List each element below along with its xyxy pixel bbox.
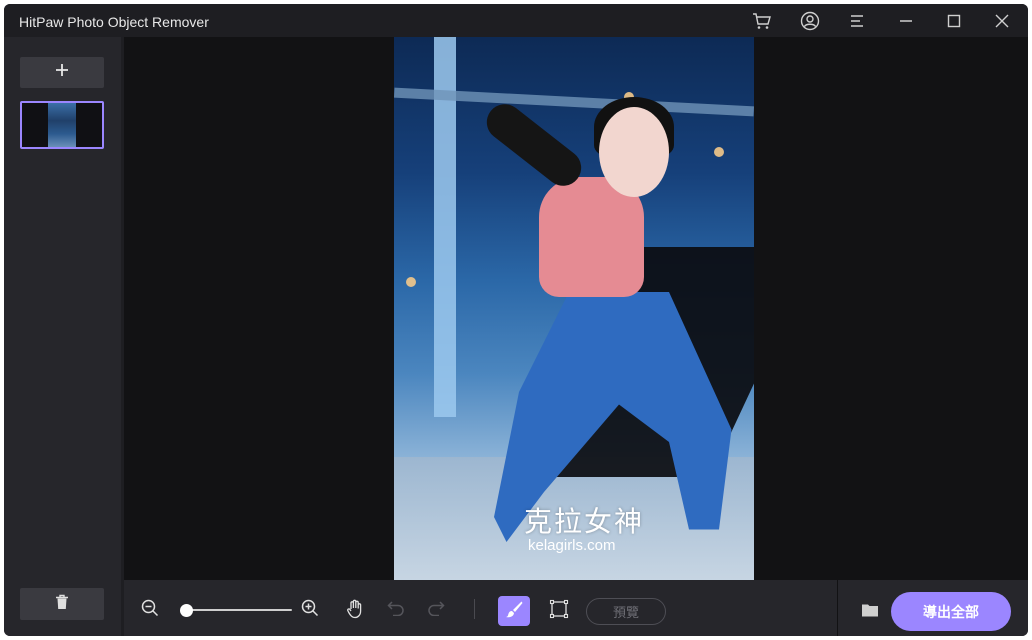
brush-icon: [504, 599, 524, 624]
close-button[interactable]: [988, 8, 1016, 34]
rectangle-select-button[interactable]: [548, 599, 570, 624]
edited-photo[interactable]: 克拉女神 kelagirls.com: [394, 37, 754, 580]
maximize-button[interactable]: [940, 8, 968, 34]
cart-button[interactable]: [748, 8, 776, 34]
zoom-in-icon: [301, 599, 319, 622]
brush-tool-button[interactable]: [498, 596, 530, 626]
cart-icon: [752, 12, 772, 30]
hand-tool-button[interactable]: [344, 599, 366, 624]
redo-icon: [427, 600, 445, 621]
photo-bokeh-light: [406, 277, 416, 287]
undo-button[interactable]: [386, 600, 406, 620]
image-list-sidebar: [4, 37, 121, 636]
image-thumbnail[interactable]: [20, 101, 104, 149]
hand-icon: [345, 599, 365, 624]
zoom-out-icon: [141, 599, 159, 622]
app-window: HitPaw Photo Object Remover 克拉女神 kelagir…: [4, 4, 1028, 636]
account-button[interactable]: [796, 8, 824, 34]
trash-icon: [55, 594, 69, 615]
minimize-icon: [898, 13, 914, 29]
thumbnail-preview: [48, 103, 76, 147]
undo-icon: [387, 600, 405, 621]
toolbar-section-divider: [837, 580, 838, 636]
watermark-chinese: 克拉女神: [524, 505, 645, 538]
photo-foam-roller: [479, 96, 589, 194]
plus-icon: [55, 63, 69, 82]
preview-button[interactable]: 預覽: [586, 598, 666, 625]
editing-canvas[interactable]: 克拉女神 kelagirls.com: [124, 37, 1028, 580]
add-image-button[interactable]: [20, 57, 104, 88]
zoom-in-button[interactable]: [300, 599, 320, 622]
close-icon: [994, 13, 1010, 29]
export-all-button[interactable]: 導出全部: [891, 592, 1011, 631]
rectangle-select-icon: [549, 599, 569, 624]
menu-button[interactable]: [844, 8, 872, 34]
app-title: HitPaw Photo Object Remover: [19, 14, 209, 30]
bottom-toolbar: 預覽 導出全部: [124, 580, 1028, 636]
title-bar: HitPaw Photo Object Remover: [4, 4, 1028, 37]
delete-image-button[interactable]: [20, 588, 104, 620]
open-folder-button[interactable]: [860, 602, 880, 622]
photo-bokeh-light: [714, 147, 724, 157]
account-icon: [800, 11, 820, 31]
watermark-url: kelagirls.com: [528, 537, 616, 554]
zoom-slider-handle[interactable]: [180, 604, 193, 617]
maximize-icon: [946, 13, 962, 29]
zoom-slider-track[interactable]: [182, 609, 292, 611]
minimize-button[interactable]: [892, 8, 920, 34]
folder-icon: [861, 602, 879, 623]
redo-button[interactable]: [426, 600, 446, 620]
photo-face: [599, 107, 669, 197]
toolbar-divider: [474, 599, 475, 619]
menu-icon: [850, 14, 866, 28]
zoom-out-button[interactable]: [140, 599, 160, 622]
